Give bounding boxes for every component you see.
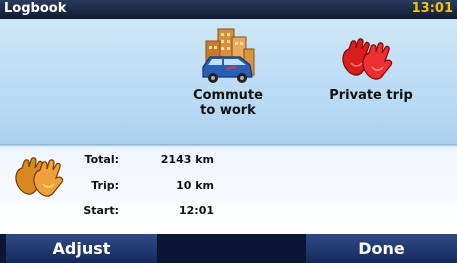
city-van-icon: [202, 28, 255, 83]
red-gloves-icon: [342, 38, 393, 80]
commute-label-line1: Commute: [193, 88, 263, 103]
commute-label-line2: to work: [200, 103, 256, 118]
bottom-bar: Adjust Done: [0, 234, 457, 263]
stat-label: Trip:: [91, 179, 119, 192]
done-button[interactable]: Done: [306, 234, 457, 263]
stat-value: 2143 km: [160, 153, 214, 166]
clock: 13:01: [411, 1, 453, 16]
stat-row-total: Total: 2143 km: [0, 153, 457, 171]
screen-title: Logbook: [4, 1, 67, 16]
title-bar: Logbook 13:01: [0, 0, 457, 19]
commute-label: Commute to work: [163, 88, 293, 118]
stat-label: Start:: [83, 204, 119, 217]
trip-type-panel: Commute to work Private trip: [0, 19, 457, 145]
private-trip-button[interactable]: Private trip: [306, 19, 436, 145]
adjust-button[interactable]: Adjust: [6, 234, 157, 263]
stat-label: Total:: [84, 153, 119, 166]
stat-row-trip: Trip: 10 km: [0, 179, 457, 197]
stat-value: 12:01: [178, 204, 214, 217]
logbook-screen: Logbook 13:01 Commute to work Private tr…: [0, 0, 457, 263]
private-trip-label: Private trip: [329, 88, 413, 103]
stat-row-start: Start: 12:01: [0, 204, 457, 222]
trip-stats-panel: Total: 2143 km Trip: 10 km Start: 12:01: [0, 147, 457, 234]
commute-to-work-button[interactable]: Commute to work: [163, 19, 293, 145]
stat-value: 10 km: [176, 179, 214, 192]
